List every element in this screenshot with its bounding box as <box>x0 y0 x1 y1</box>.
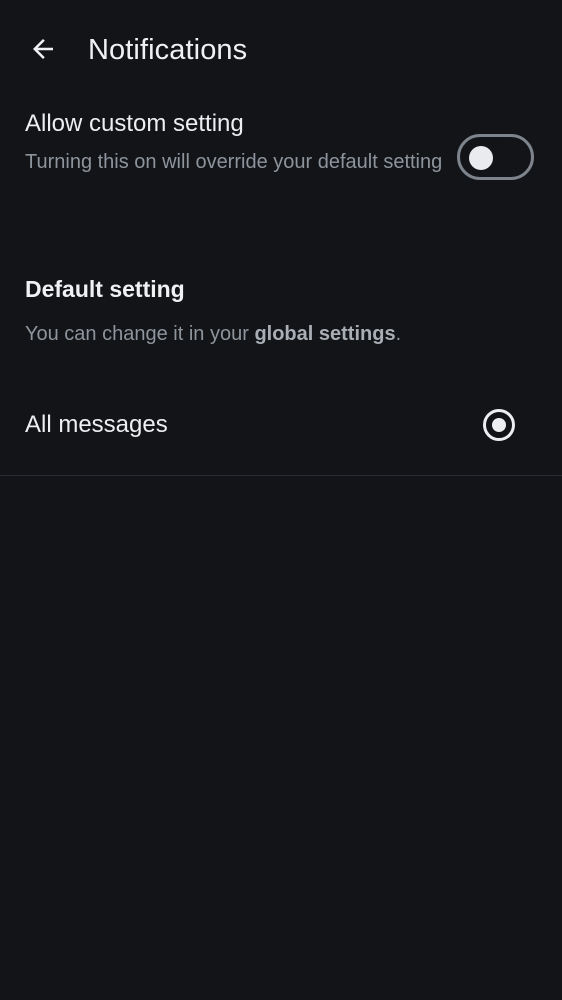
back-button[interactable] <box>23 29 63 69</box>
allow-custom-setting-description: Turning this on will override your defau… <box>25 151 443 173</box>
all-messages-option[interactable]: All messages <box>0 378 562 474</box>
all-messages-label: All messages <box>25 411 168 438</box>
toggle-knob <box>469 146 493 170</box>
notifications-screen: Notifications Allow custom setting Turni… <box>0 0 562 1000</box>
default-setting-description-suffix: . <box>395 323 402 345</box>
default-setting-description: You can change it in your global setting… <box>25 319 401 349</box>
divider <box>0 475 562 476</box>
radio-selected-dot <box>492 418 506 432</box>
top-app-bar: Notifications <box>0 0 562 100</box>
all-messages-radio[interactable] <box>483 409 515 441</box>
allow-custom-setting-title: Allow custom setting <box>25 110 244 137</box>
default-setting-description-prefix: You can change it in your <box>25 323 255 345</box>
default-setting-heading: Default setting <box>25 276 185 302</box>
global-settings-link[interactable]: global settings <box>254 323 395 345</box>
page-title: Notifications <box>88 34 248 66</box>
arrow-left-icon <box>33 39 53 59</box>
allow-custom-setting-toggle[interactable] <box>457 134 534 180</box>
